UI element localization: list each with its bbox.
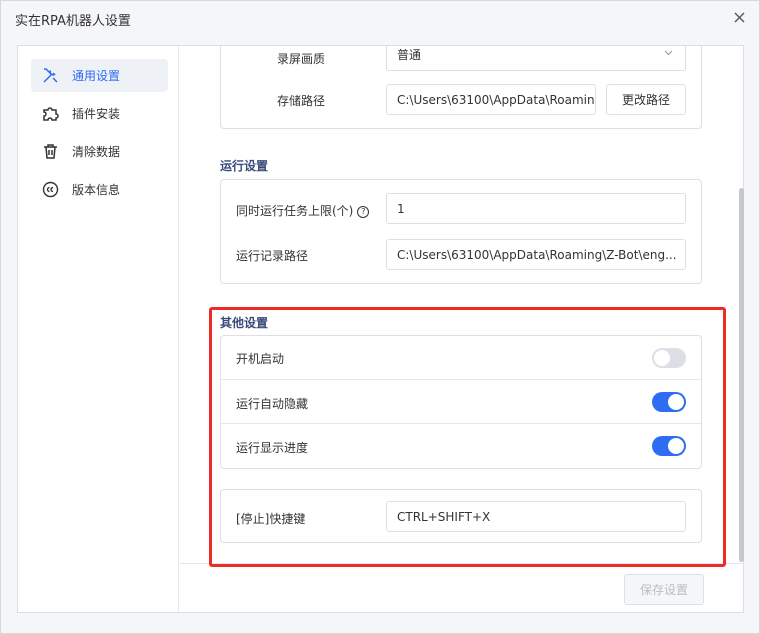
toggle-knob <box>668 394 684 410</box>
recording-quality-select[interactable]: 普通 <box>386 46 686 71</box>
other-settings-card: 开机启动 运行自动隐藏 运行显示进度 <box>220 335 702 469</box>
log-path-label: 运行记录路径 <box>236 249 309 263</box>
footer: 保存设置 <box>180 563 743 612</box>
sidebar-item-plugins[interactable]: 插件安装 <box>31 97 168 130</box>
hotkey-card: [停止]快捷键 CTRL+SHIFT+X <box>220 489 702 543</box>
toggle-label-show-progress: 运行显示进度 <box>236 441 309 455</box>
max-tasks-label-text: 同时运行任务上限(个) <box>236 204 354 218</box>
max-tasks-label: 同时运行任务上限(个)? <box>236 202 370 219</box>
toggle-knob <box>668 438 684 454</box>
log-path-input[interactable]: C:\Users\63100\AppData\Roaming\Z-Bot\eng… <box>386 239 686 270</box>
recording-card: 录屏画质 普通 存储路径 C:\Users\63100\AppData\Roam… <box>220 46 702 129</box>
run-settings-card: 同时运行任务上限(个)? 1 运行记录路径 C:\Users\63100\App… <box>220 179 702 284</box>
title-bar: 实在RPA机器人设置 <box>1 1 759 35</box>
sidebar-item-label: 通用设置 <box>72 69 121 83</box>
settings-content[interactable]: 录屏画质 普通 存储路径 C:\Users\63100\AppData\Roam… <box>180 46 743 563</box>
toggle-knob <box>654 350 670 366</box>
toggle-label-auto-hide: 运行自动隐藏 <box>236 397 309 411</box>
divider <box>221 423 701 424</box>
close-icon <box>734 12 744 22</box>
content-scrollbar[interactable] <box>739 188 744 562</box>
sidebar-item-label: 插件安装 <box>72 107 121 121</box>
max-tasks-input[interactable]: 1 <box>386 193 686 224</box>
help-icon[interactable]: ? <box>357 205 370 218</box>
autostart-toggle[interactable] <box>652 348 686 368</box>
sidebar-item-version[interactable]: 版本信息 <box>31 173 168 206</box>
divider <box>221 379 701 380</box>
copyright-icon <box>41 181 59 199</box>
stop-hotkey-input[interactable]: CTRL+SHIFT+X <box>386 501 686 532</box>
other-settings-title: 其他设置 <box>220 316 269 330</box>
tools-icon <box>41 67 59 85</box>
settings-panel: 通用设置 插件安装 清除数据 版本信息 录屏画质 普通 存储路径 C:\User… <box>17 45 744 613</box>
sidebar-item-clear-data[interactable]: 清除数据 <box>31 135 168 168</box>
settings-window: 实在RPA机器人设置 通用设置 插件安装 清除数据 版本信息 录屏画质 普通 存… <box>0 0 760 634</box>
toggle-label-autostart: 开机启动 <box>236 352 285 366</box>
chevron-down-icon <box>664 50 673 56</box>
run-settings-title: 运行设置 <box>220 159 269 173</box>
recording-quality-label: 录屏画质 <box>277 52 326 66</box>
sidebar-item-general[interactable]: 通用设置 <box>31 59 168 92</box>
show-progress-toggle[interactable] <box>652 436 686 456</box>
close-button[interactable] <box>729 7 749 27</box>
save-settings-button[interactable]: 保存设置 <box>624 574 704 605</box>
change-path-button[interactable]: 更改路径 <box>606 84 686 115</box>
recording-quality-value: 普通 <box>397 47 422 62</box>
trash-icon <box>41 143 59 161</box>
sidebar-item-label: 清除数据 <box>72 145 121 159</box>
storage-path-input[interactable]: C:\Users\63100\AppData\Roaming <box>386 84 596 115</box>
storage-path-label: 存储路径 <box>277 94 326 108</box>
stop-hotkey-label: [停止]快捷键 <box>236 512 306 526</box>
sidebar: 通用设置 插件安装 清除数据 版本信息 <box>18 46 179 612</box>
auto-hide-toggle[interactable] <box>652 392 686 412</box>
sidebar-item-label: 版本信息 <box>72 183 121 197</box>
window-title: 实在RPA机器人设置 <box>15 14 131 29</box>
puzzle-icon <box>41 105 59 123</box>
